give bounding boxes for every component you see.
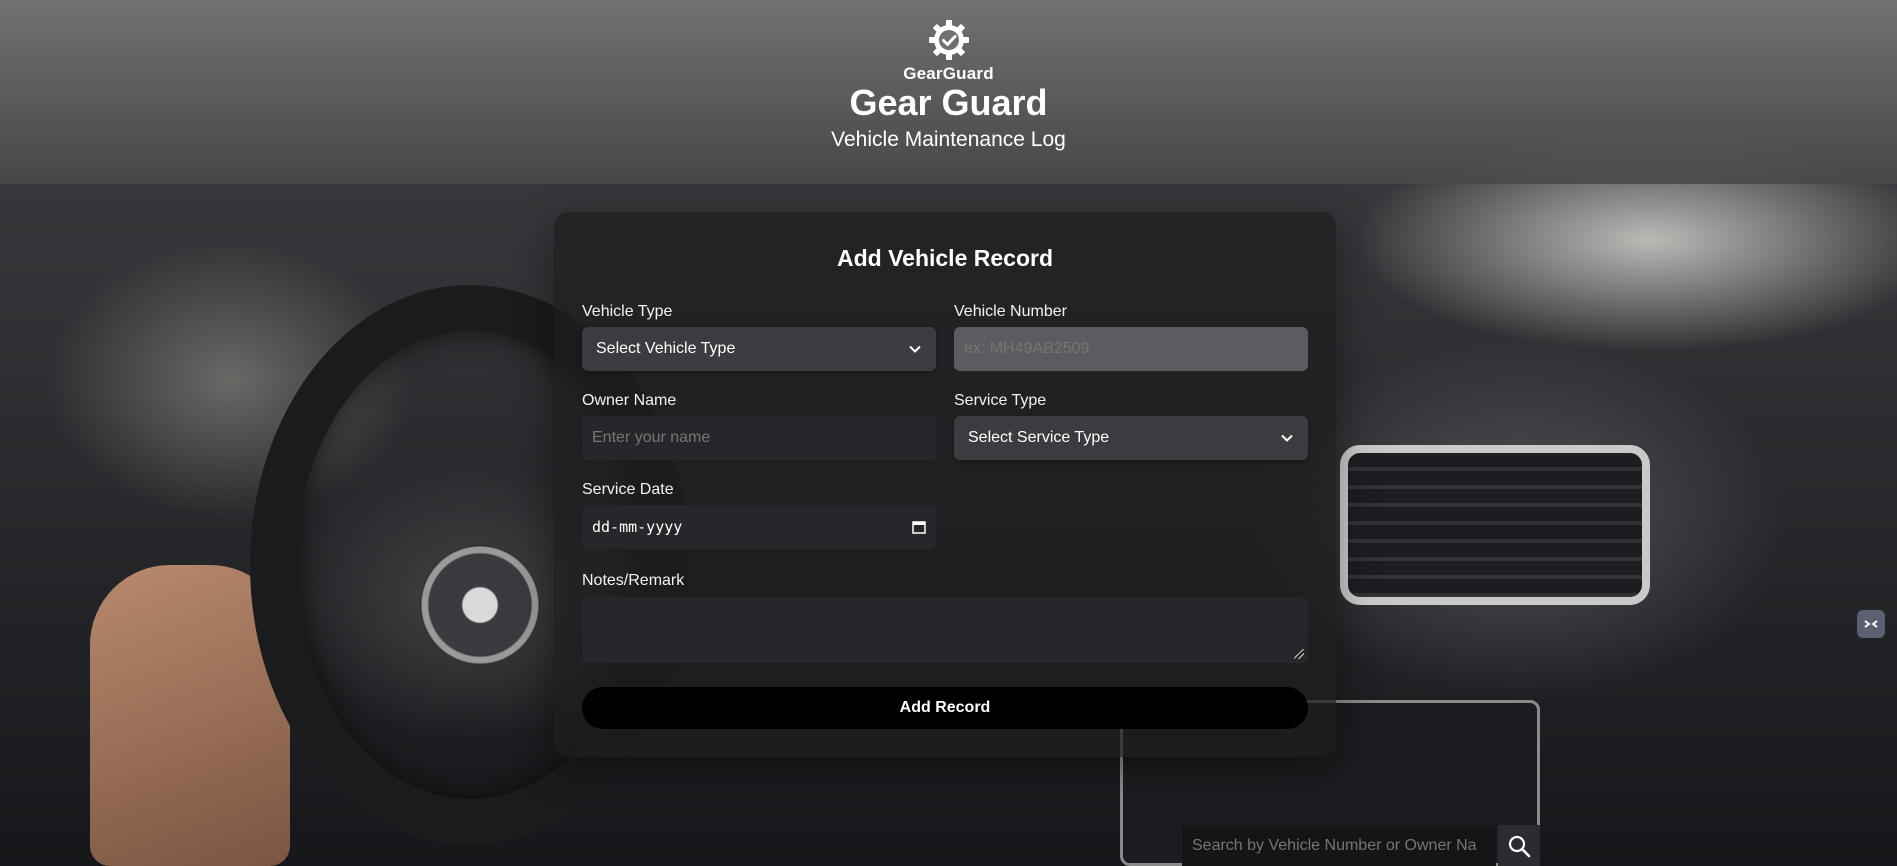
page-subtitle: Vehicle Maintenance Log xyxy=(831,128,1066,151)
vehicle-type-value: Select Vehicle Type xyxy=(596,340,736,357)
notes-label: Notes/Remark xyxy=(582,572,685,589)
vehicle-type-label: Vehicle Type xyxy=(582,303,673,320)
search-input[interactable] xyxy=(1182,825,1496,866)
extension-widget[interactable] xyxy=(1857,610,1885,638)
form-title: Add Vehicle Record xyxy=(836,245,1053,271)
logo: GearGuard xyxy=(0,18,1897,84)
vehicle-number-label: Vehicle Number xyxy=(954,303,1067,320)
service-date-input[interactable]: dd-mm-yyyy xyxy=(582,505,936,549)
gear-check-icon xyxy=(928,20,969,60)
search-icon xyxy=(1508,835,1531,857)
calendar-icon[interactable] xyxy=(912,520,926,534)
logo-text: GearGuard xyxy=(903,64,994,83)
owner-name-label: Owner Name xyxy=(582,392,677,409)
page-title: Gear Guard xyxy=(849,82,1048,123)
resize-handle[interactable] xyxy=(1294,649,1304,659)
search-button[interactable] xyxy=(1498,825,1540,866)
notes-textarea[interactable] xyxy=(582,597,1308,663)
service-type-label: Service Type xyxy=(954,392,1047,409)
extension-icon xyxy=(1864,620,1878,628)
background-air-vent xyxy=(1340,445,1650,605)
owner-name-input[interactable] xyxy=(582,416,936,460)
service-date-value: dd-mm-yyyy xyxy=(592,518,683,536)
background-steering-hub xyxy=(420,545,540,665)
vehicle-number-input[interactable] xyxy=(954,327,1308,371)
background-hand xyxy=(90,565,290,866)
service-type-select[interactable]: Select Service Type xyxy=(954,416,1308,460)
app-header: GearGuard Gear Guard Vehicle Maintenance… xyxy=(0,0,1897,184)
service-date-label: Service Date xyxy=(582,481,674,498)
vehicle-type-select[interactable]: Select Vehicle Type xyxy=(582,327,936,371)
add-record-button[interactable]: Add Record xyxy=(582,687,1308,729)
chevron-down-icon xyxy=(1281,434,1293,442)
service-type-value: Select Service Type xyxy=(968,429,1110,446)
add-vehicle-card: Add Vehicle Record Vehicle Type Select V… xyxy=(554,212,1336,757)
chevron-down-icon xyxy=(909,345,921,353)
search-bar xyxy=(1182,825,1540,866)
